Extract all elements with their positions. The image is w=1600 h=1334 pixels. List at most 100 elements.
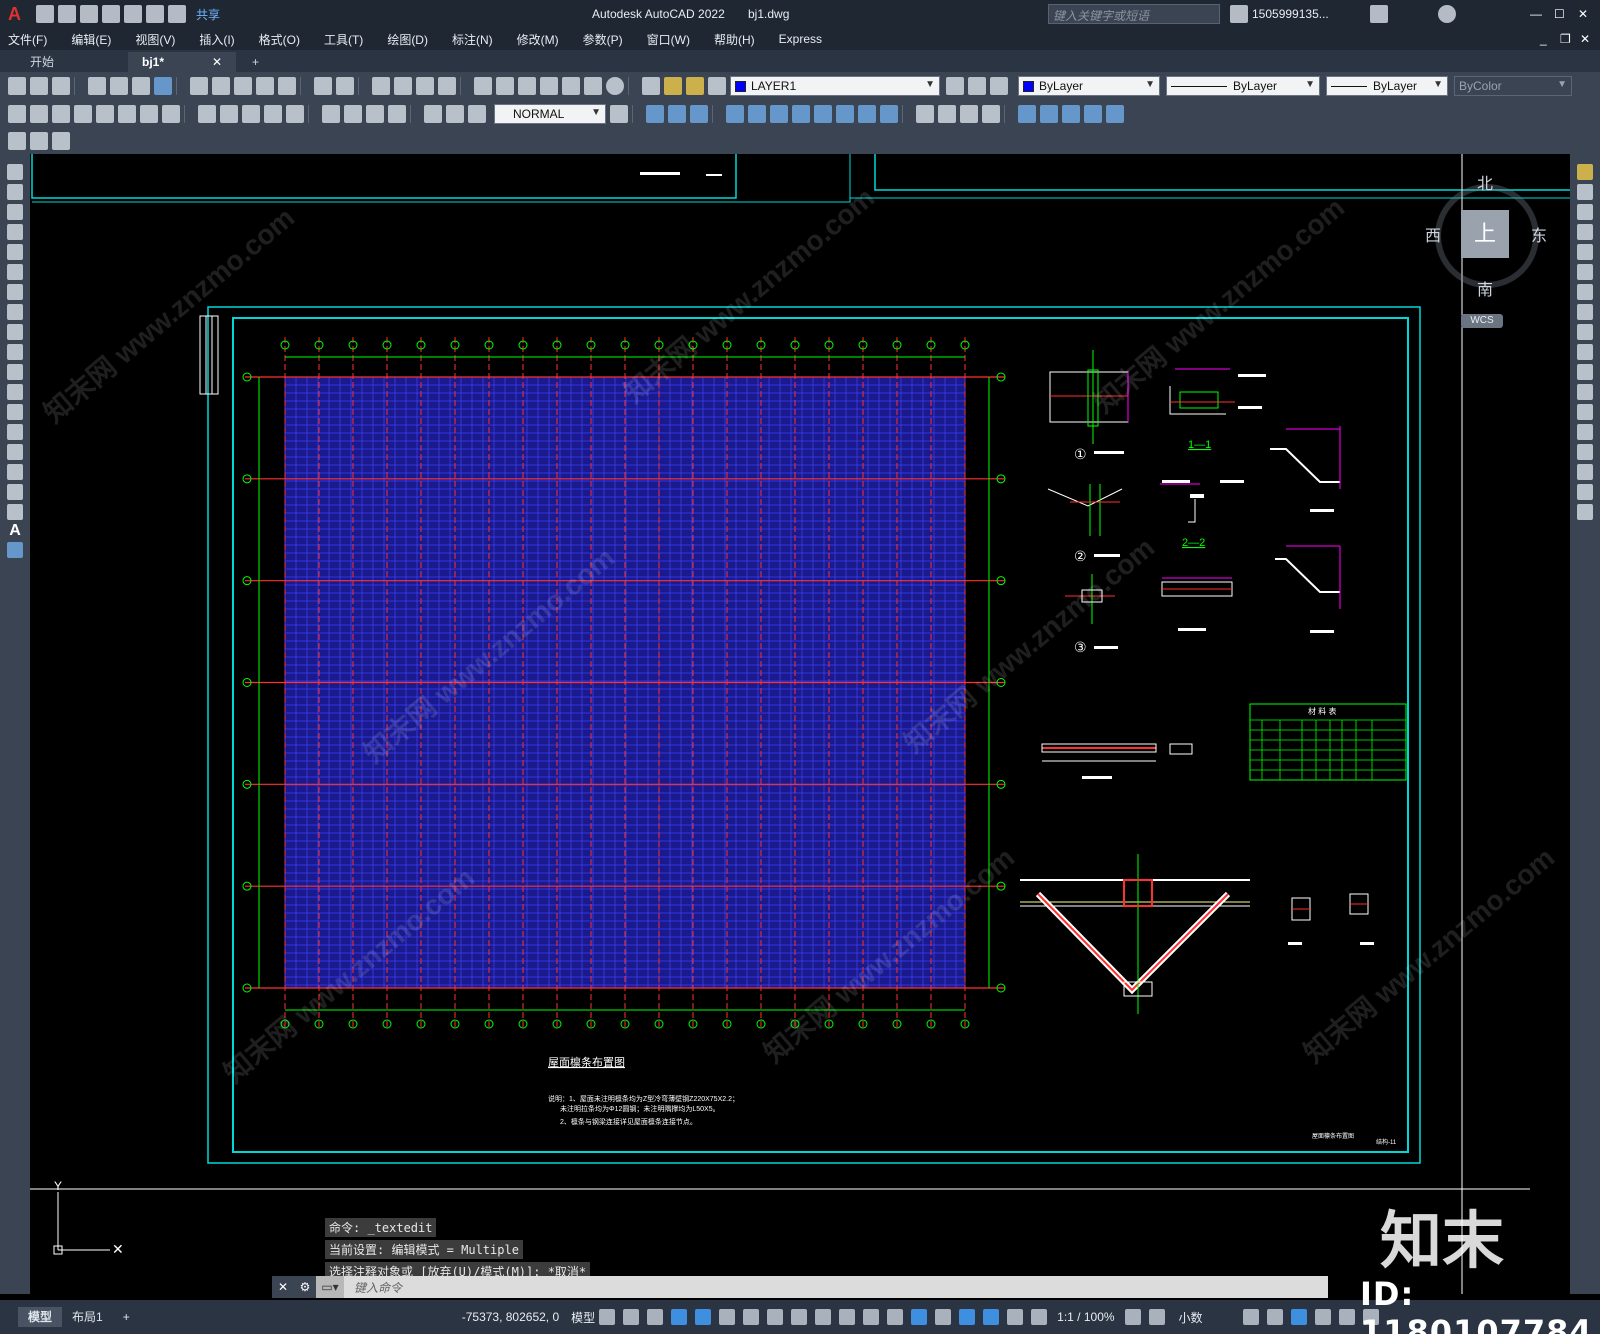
offset-icon[interactable] bbox=[960, 105, 978, 123]
diameter-dim-icon[interactable] bbox=[140, 105, 158, 123]
close-command-icon[interactable]: ✕ bbox=[272, 1276, 294, 1298]
tolerance-icon[interactable] bbox=[322, 105, 340, 123]
tab-start[interactable]: 开始 bbox=[16, 52, 126, 72]
ortho-icon[interactable] bbox=[695, 1309, 712, 1325]
search-icon[interactable] bbox=[1230, 5, 1248, 23]
viewcube-north[interactable]: 北 bbox=[1477, 170, 1493, 194]
baseline-dim-icon[interactable] bbox=[220, 105, 238, 123]
break-tool-icon[interactable] bbox=[1577, 404, 1593, 420]
circle-icon[interactable] bbox=[7, 284, 23, 300]
trim-icon[interactable] bbox=[880, 105, 898, 123]
rectangle-icon[interactable] bbox=[7, 244, 23, 260]
markup-icon[interactable] bbox=[562, 77, 580, 95]
table-icon[interactable] bbox=[7, 504, 23, 520]
lineweight-icon[interactable] bbox=[815, 1309, 832, 1325]
rotate-icon[interactable] bbox=[792, 105, 810, 123]
model-space-toggle[interactable]: 模型 bbox=[571, 1309, 595, 1326]
share-button[interactable]: 共享 bbox=[196, 6, 220, 23]
zoom-realtime-icon[interactable] bbox=[394, 77, 412, 95]
menu-format[interactable]: 格式(O) bbox=[259, 31, 300, 48]
arc-length-icon[interactable] bbox=[52, 105, 70, 123]
explode-icon[interactable] bbox=[916, 105, 934, 123]
layer-states-icon[interactable] bbox=[990, 77, 1008, 95]
help-icon[interactable] bbox=[1438, 5, 1456, 23]
tab-layout1[interactable]: 布局1 bbox=[62, 1307, 113, 1327]
cut-icon[interactable] bbox=[190, 77, 208, 95]
extend-tool-icon[interactable] bbox=[1577, 364, 1593, 380]
inspection-icon[interactable] bbox=[366, 105, 384, 123]
add-selected-icon[interactable] bbox=[7, 542, 23, 558]
rotate-tool-icon[interactable] bbox=[1577, 284, 1593, 300]
ellipse-icon[interactable] bbox=[7, 344, 23, 360]
new-file-icon[interactable] bbox=[36, 5, 54, 23]
layer-freeze-icon[interactable] bbox=[686, 77, 704, 95]
block-editor-icon[interactable] bbox=[278, 77, 296, 95]
wcs-menu[interactable]: WCS bbox=[1461, 314, 1503, 328]
scale-icon[interactable] bbox=[836, 105, 854, 123]
layer-properties-icon[interactable] bbox=[642, 77, 660, 95]
clean-screen-icon[interactable] bbox=[1338, 1309, 1355, 1325]
redo-icon[interactable] bbox=[168, 5, 186, 23]
copy-icon[interactable] bbox=[212, 77, 230, 95]
express-text-icon[interactable] bbox=[8, 132, 26, 150]
annotation-monitor-icon[interactable] bbox=[1148, 1309, 1165, 1325]
dim-edit-icon[interactable] bbox=[424, 105, 442, 123]
jogged-linear-icon[interactable] bbox=[388, 105, 406, 123]
explode-tool-icon[interactable] bbox=[1577, 504, 1593, 520]
object-snap-tracking-icon[interactable] bbox=[767, 1309, 784, 1325]
undo-toolbar-icon[interactable] bbox=[314, 77, 332, 95]
blend-curves-icon[interactable] bbox=[1577, 484, 1593, 500]
plot-icon[interactable] bbox=[124, 5, 142, 23]
design-center-icon[interactable] bbox=[496, 77, 514, 95]
viewcube-east[interactable]: 东 bbox=[1531, 222, 1547, 246]
viewcube[interactable]: 上 北 南 西 东 WCS bbox=[1425, 170, 1547, 328]
annotation-scale-icon[interactable] bbox=[1031, 1309, 1048, 1325]
transparency-icon[interactable] bbox=[839, 1309, 856, 1325]
infer-constraints-icon[interactable] bbox=[647, 1309, 664, 1325]
close-window-button[interactable]: ✕ bbox=[1578, 7, 1588, 21]
radius-dim-icon[interactable] bbox=[96, 105, 114, 123]
viewcube-top-face[interactable]: 上 bbox=[1461, 210, 1509, 258]
wrench-icon[interactable]: ⚙ bbox=[294, 1276, 316, 1298]
command-input[interactable]: 键入命令 bbox=[354, 1279, 402, 1296]
layer-on-icon[interactable] bbox=[664, 77, 682, 95]
command-prompt-icon[interactable]: ▭▾ bbox=[316, 1276, 344, 1298]
match-properties-icon[interactable] bbox=[256, 77, 274, 95]
gizmo-icon[interactable] bbox=[959, 1309, 976, 1325]
wblock-icon[interactable] bbox=[1106, 105, 1124, 123]
erase-tool-icon[interactable] bbox=[1577, 164, 1593, 180]
viewcube-west[interactable]: 西 bbox=[1425, 222, 1441, 246]
help-toolbar-icon[interactable] bbox=[606, 77, 624, 95]
dimstyle-manager-icon[interactable] bbox=[610, 105, 628, 123]
polar-icon[interactable] bbox=[719, 1309, 736, 1325]
block-insert-icon[interactable] bbox=[1018, 105, 1036, 123]
move-tool-icon[interactable] bbox=[1577, 264, 1593, 280]
pan-icon[interactable] bbox=[372, 77, 390, 95]
app-logo-icon[interactable]: A bbox=[8, 4, 34, 25]
doc-close-button[interactable]: ✕ bbox=[1580, 32, 1590, 46]
lineweight-dropdown[interactable]: ByLayer ▼ bbox=[1326, 76, 1448, 96]
drawing-canvas[interactable]: 屋面檩条布置图 说明：1、屋面未注明檩条均为Z型冷弯薄壁钢Z220X75X2.2… bbox=[30, 154, 1570, 1294]
dim-space-icon[interactable] bbox=[264, 105, 282, 123]
join-tool-icon[interactable] bbox=[1577, 424, 1593, 440]
construction-line-icon[interactable] bbox=[7, 184, 23, 200]
graphics-performance-icon[interactable] bbox=[1314, 1309, 1331, 1325]
gradient-icon[interactable] bbox=[7, 464, 23, 480]
mirror-icon[interactable] bbox=[814, 105, 832, 123]
snap-icon[interactable] bbox=[623, 1309, 640, 1325]
copy-object-icon[interactable] bbox=[748, 105, 766, 123]
make-current-layer-icon[interactable] bbox=[946, 77, 964, 95]
tool-palettes-icon[interactable] bbox=[518, 77, 536, 95]
stretch-tool-icon[interactable] bbox=[1577, 324, 1593, 340]
menu-modify[interactable]: 修改(M) bbox=[517, 31, 559, 48]
isolate-objects-icon[interactable] bbox=[1290, 1309, 1307, 1325]
angular-dim-icon[interactable] bbox=[162, 105, 180, 123]
group-icon[interactable] bbox=[646, 105, 664, 123]
publish-icon[interactable] bbox=[132, 77, 150, 95]
paste-icon[interactable] bbox=[234, 77, 252, 95]
revcloud-icon[interactable] bbox=[7, 304, 23, 320]
dim-break-icon[interactable] bbox=[286, 105, 304, 123]
qnew-icon[interactable] bbox=[8, 77, 26, 95]
layer-previous-icon[interactable] bbox=[968, 77, 986, 95]
sheet-set-icon[interactable] bbox=[540, 77, 558, 95]
